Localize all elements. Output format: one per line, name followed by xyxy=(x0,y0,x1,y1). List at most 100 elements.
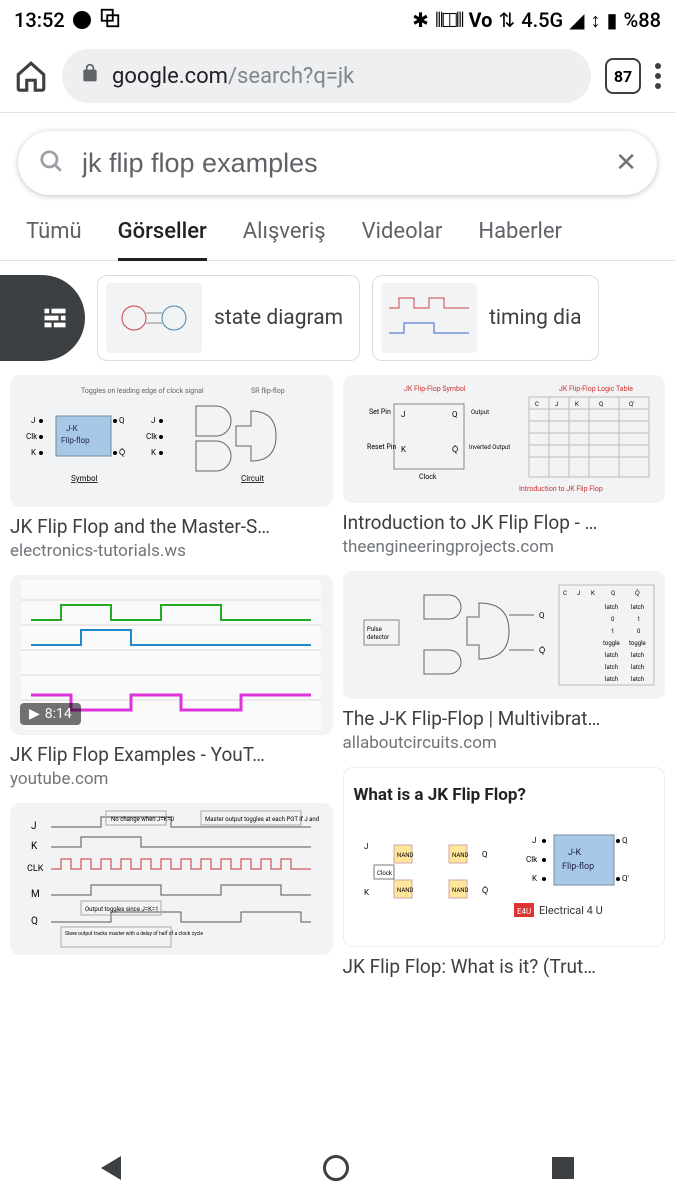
search-input[interactable] xyxy=(82,148,597,179)
svg-text:Introduction to JK Flip Flop: Introduction to JK Flip Flop xyxy=(519,485,603,493)
svg-text:C: C xyxy=(535,401,539,408)
svg-text:JK Flip-Flop Symbol: JK Flip-Flop Symbol xyxy=(404,385,466,393)
svg-text:K: K xyxy=(532,874,538,883)
svg-text:Output: Output xyxy=(471,409,489,416)
result-source: allaboutcircuits.com xyxy=(343,733,666,753)
svg-text:Symbol: Symbol xyxy=(71,474,98,483)
search-tabs: Tümü Görseller Alışveriş Videolar Haberl… xyxy=(0,207,675,261)
svg-text:toggle: toggle xyxy=(629,640,646,647)
svg-text:Q': Q' xyxy=(629,401,634,408)
svg-text:Clk: Clk xyxy=(526,855,538,864)
svg-text:Slave output tracks master wit: Slave output tracks master with a delay … xyxy=(65,930,203,937)
tab-videos[interactable]: Videolar xyxy=(362,219,443,260)
svg-text:J: J xyxy=(31,821,37,832)
svg-text:SR flip-flop: SR flip-flop xyxy=(251,387,285,395)
tab-switcher-button[interactable]: 87 xyxy=(605,58,641,94)
svg-text:Clock: Clock xyxy=(419,473,437,481)
svg-text:Q̄: Q̄ xyxy=(119,448,125,457)
svg-text:C: C xyxy=(563,590,567,597)
svg-text:Q: Q xyxy=(611,590,615,597)
result-source: theengineeringprojects.com xyxy=(343,537,666,557)
svg-text:Q: Q xyxy=(622,836,628,845)
tab-shopping[interactable]: Alışveriş xyxy=(243,219,326,260)
svg-text:J: J xyxy=(151,416,155,425)
svg-text:K: K xyxy=(591,590,595,597)
related-chips: state diagram timing dia xyxy=(0,261,675,375)
result-source: electronics-tutorials.ws xyxy=(10,541,333,561)
result-title: The J-K Flip-Flop | Multivibrat… xyxy=(343,707,666,731)
recents-button[interactable] xyxy=(552,1157,574,1179)
result-thumbnail: ▶ 8:14 xyxy=(10,575,333,735)
chip-state-diagram[interactable]: state diagram xyxy=(97,275,360,361)
svg-text:1: 1 xyxy=(637,616,640,623)
svg-text:Q: Q xyxy=(599,401,603,408)
image-result[interactable]: J K CLK M Q No change when J=K=0 Master … xyxy=(10,803,333,955)
svg-text:Q: Q xyxy=(539,611,545,620)
clear-search-icon[interactable]: ✕ xyxy=(615,148,637,178)
svg-text:J: J xyxy=(577,590,580,597)
lte-icon: ⇅ xyxy=(498,8,515,32)
svg-text:J: J xyxy=(532,836,536,845)
svg-text:detector: detector xyxy=(367,634,389,641)
battery-icon: ▮ xyxy=(607,8,618,32)
image-result[interactable]: Pulsedetector Q Q̄ CJKQQ̄ latchlatch 01 … xyxy=(343,571,666,753)
whatis-heading: What is a JK Flip Flop? xyxy=(354,785,655,805)
svg-text:Q̄: Q̄ xyxy=(482,886,488,895)
svg-text:No change when J=K=0: No change when J=K=0 xyxy=(111,816,175,823)
notification-dot-icon xyxy=(73,11,91,29)
e4u-text: Electrical 4 U xyxy=(539,904,603,917)
android-nav-bar xyxy=(0,1136,675,1200)
clock-text: 13:52 xyxy=(14,8,65,32)
image-result[interactable]: What is a JK Flip Flop? NAND NAND NAND N… xyxy=(343,767,666,979)
result-thumbnail: JK Flip-Flop Symbol JK Flip-Flop Logic T… xyxy=(343,375,666,503)
search-box[interactable]: ✕ xyxy=(18,131,657,195)
battery-text: %88 xyxy=(624,8,661,32)
svg-text:Flip-flop: Flip-flop xyxy=(562,862,594,872)
svg-text:J: J xyxy=(401,410,405,419)
svg-text:J: J xyxy=(555,401,558,408)
svg-text:J: J xyxy=(364,842,368,851)
svg-text:latch: latch xyxy=(605,676,618,683)
svg-text:NAND: NAND xyxy=(397,887,414,894)
result-thumbnail: Toggles on leading edge of clock signal … xyxy=(10,375,333,507)
result-thumbnail: What is a JK Flip Flop? NAND NAND NAND N… xyxy=(343,767,666,947)
tab-news[interactable]: Haberler xyxy=(478,219,562,260)
tab-images[interactable]: Görseller xyxy=(118,219,207,261)
svg-text:Q̄: Q̄ xyxy=(452,445,458,454)
tab-all[interactable]: Tümü xyxy=(26,219,82,260)
image-result[interactable]: JK Flip-Flop Symbol JK Flip-Flop Logic T… xyxy=(343,375,666,557)
svg-text:Q: Q xyxy=(482,850,488,859)
url-bar[interactable]: google.com/search?q=jk xyxy=(62,49,591,103)
svg-text:K: K xyxy=(151,448,157,457)
chip-timing-diagram[interactable]: timing dia xyxy=(372,275,598,361)
svg-text:Set Pin: Set Pin xyxy=(369,408,391,416)
home-button[interactable] xyxy=(323,1155,349,1181)
video-duration-badge: ▶ 8:14 xyxy=(20,703,81,725)
home-icon[interactable] xyxy=(14,59,48,93)
svg-text:Circuit: Circuit xyxy=(241,474,264,483)
svg-text:Toggles on leading edge of clo: Toggles on leading edge of clock signal xyxy=(81,387,204,395)
result-source: youtube.com xyxy=(10,769,333,789)
back-button[interactable] xyxy=(101,1156,121,1180)
svg-text:Clk: Clk xyxy=(146,432,158,441)
tab-count-text: 87 xyxy=(614,67,632,86)
filter-toggle-button[interactable] xyxy=(0,275,85,361)
browser-toolbar: google.com/search?q=jk 87 xyxy=(0,40,675,112)
svg-text:K: K xyxy=(401,445,407,454)
svg-text:K: K xyxy=(575,401,579,408)
svg-text:JK Flip-Flop Logic Table: JK Flip-Flop Logic Table xyxy=(559,385,633,393)
svg-text:Flip-flop: Flip-flop xyxy=(61,436,90,445)
svg-text:latch: latch xyxy=(605,664,618,671)
result-thumbnail: J K CLK M Q No change when J=K=0 Master … xyxy=(10,803,333,955)
play-icon: ▶ xyxy=(29,706,40,722)
svg-text:latch: latch xyxy=(605,604,618,611)
menu-button[interactable] xyxy=(655,63,661,89)
image-result[interactable]: Toggles on leading edge of clock signal … xyxy=(10,375,333,561)
volte-icon: Vo xyxy=(469,8,493,32)
svg-text:K: K xyxy=(31,841,38,852)
dnd-icon: ↕ xyxy=(591,8,601,33)
vibrate-icon: ⦀◫⦀ xyxy=(435,8,463,32)
lock-icon xyxy=(80,63,100,89)
svg-text:latch: latch xyxy=(631,664,644,671)
image-result[interactable]: ▶ 8:14 JK Flip Flop Examples - YouT… you… xyxy=(10,575,333,789)
